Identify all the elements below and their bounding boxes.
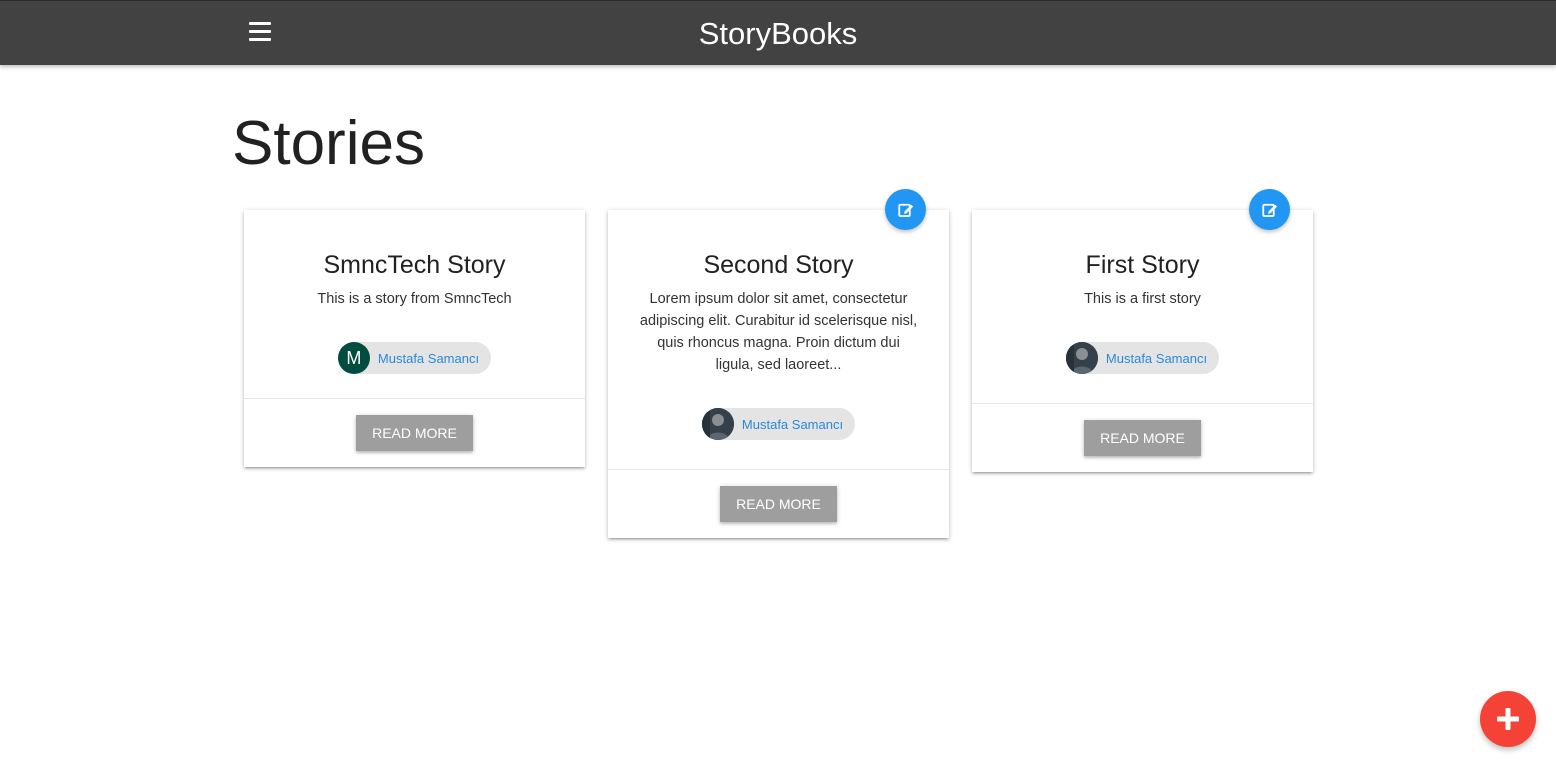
card-action: READ MORE bbox=[608, 469, 949, 538]
read-more-button[interactable]: READ MORE bbox=[1084, 420, 1201, 456]
author-name[interactable]: Mustafa Samancı bbox=[1106, 351, 1207, 366]
edit-icon[interactable] bbox=[885, 189, 926, 230]
story-title: Second Story bbox=[703, 251, 854, 279]
story-title: First Story bbox=[1085, 251, 1200, 279]
story-body: This is a first story bbox=[1084, 291, 1201, 307]
card-action: READ MORE bbox=[972, 403, 1313, 472]
story-card: Second Story Lorem ipsum dolor sit amet,… bbox=[608, 189, 949, 538]
story-card: First Story This is a first story Mustaf… bbox=[972, 189, 1313, 472]
author-name[interactable]: Mustafa Samancı bbox=[742, 417, 843, 432]
author-chip[interactable]: Mustafa Samancı bbox=[1065, 342, 1220, 374]
story-title: SmncTech Story bbox=[323, 251, 506, 279]
page-title: Stories bbox=[232, 109, 425, 178]
read-more-button[interactable]: READ MORE bbox=[720, 486, 837, 522]
card-content: SmncTech Story This is a story from Smnc… bbox=[244, 210, 585, 398]
author-chip[interactable]: Mustafa Samancı bbox=[701, 408, 856, 440]
author-chip[interactable]: M Mustafa Samancı bbox=[337, 342, 492, 374]
avatar bbox=[1065, 342, 1098, 374]
plus-icon bbox=[1497, 708, 1519, 730]
brand-logo[interactable]: StoryBooks bbox=[0, 13, 1556, 55]
edit-icon[interactable] bbox=[1249, 189, 1290, 230]
story-body: This is a story from SmncTech bbox=[317, 291, 512, 307]
story-body: Lorem ipsum dolor sit amet, consectetur … bbox=[639, 291, 918, 373]
add-story-button[interactable] bbox=[1480, 691, 1536, 747]
avatar bbox=[701, 408, 734, 440]
top-navbar: StoryBooks bbox=[0, 0, 1556, 65]
author-name[interactable]: Mustafa Samancı bbox=[378, 351, 479, 366]
card-content: Second Story Lorem ipsum dolor sit amet,… bbox=[608, 210, 949, 469]
card-content: First Story This is a first story Mustaf… bbox=[972, 210, 1313, 403]
card-action: READ MORE bbox=[244, 398, 585, 467]
read-more-button[interactable]: READ MORE bbox=[356, 415, 473, 451]
avatar: M bbox=[337, 342, 370, 374]
story-card: SmncTech Story This is a story from Smnc… bbox=[244, 210, 585, 467]
